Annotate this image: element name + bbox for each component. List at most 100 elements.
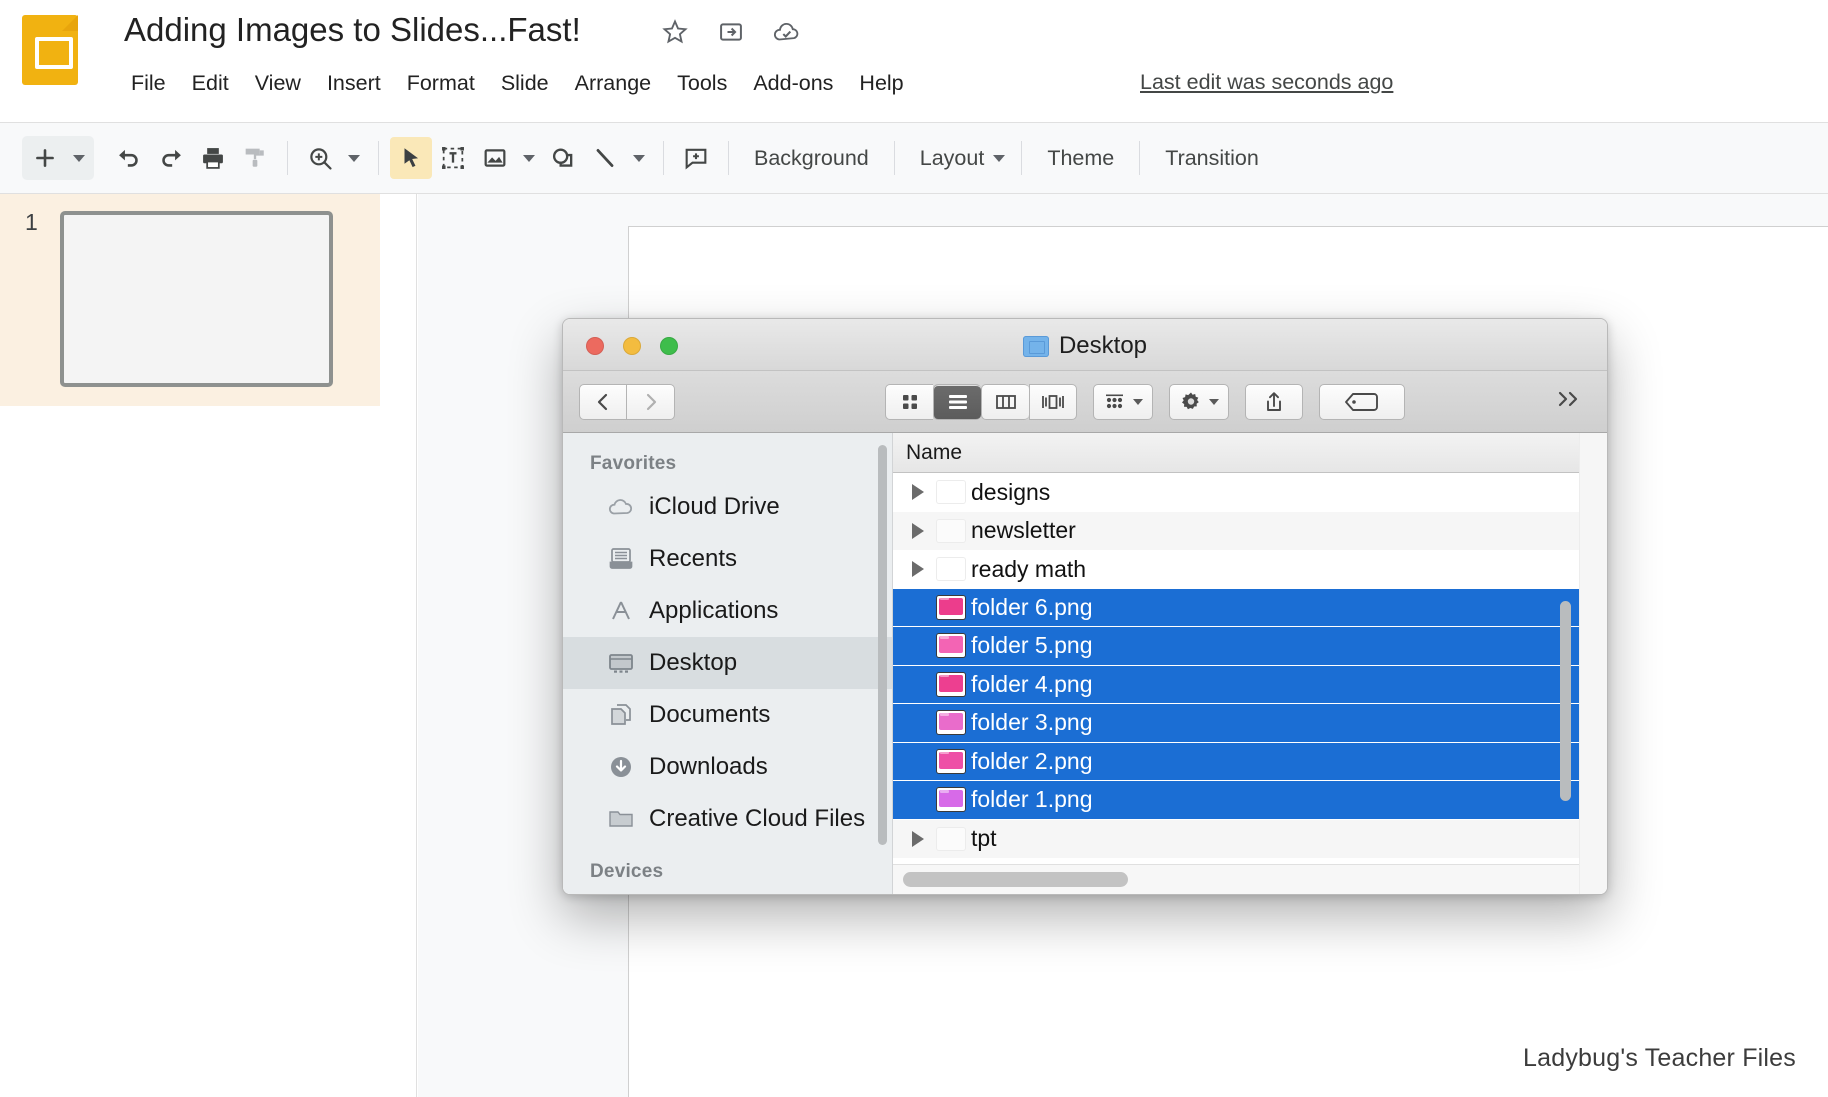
table-row[interactable]: folder 4.png	[893, 665, 1579, 704]
toolbar-divider-2	[378, 141, 379, 175]
menu-view[interactable]: View	[242, 68, 314, 99]
column-view-button[interactable]	[981, 383, 1029, 420]
new-slide-dropdown[interactable]	[66, 137, 92, 179]
slides-logo-icon	[22, 15, 78, 85]
icon-view-button[interactable]	[885, 383, 933, 420]
finder-title-bar[interactable]: Desktop	[563, 319, 1607, 371]
toolbar-divider-6	[1021, 141, 1023, 175]
redo-button[interactable]	[150, 137, 192, 179]
page-title[interactable]: Adding Images to Slides...Fast!	[124, 11, 581, 49]
new-slide-button[interactable]	[24, 137, 66, 179]
menu-insert[interactable]: Insert	[314, 68, 394, 99]
menu-format[interactable]: Format	[394, 68, 488, 99]
share-button[interactable]	[1245, 383, 1303, 420]
applications-icon	[606, 596, 636, 626]
sidebar-item-label-desktop: Desktop	[649, 649, 738, 676]
menu-arrange[interactable]: Arrange	[562, 68, 665, 99]
sidebar-item-documents[interactable]: Documents	[563, 689, 892, 741]
new-slide-group[interactable]	[22, 136, 94, 180]
sidebar-scrollbar[interactable]	[878, 445, 887, 845]
table-row[interactable]: folder 6.png	[893, 588, 1579, 627]
table-row[interactable]: ready math	[893, 550, 1579, 589]
menu-file[interactable]: File	[118, 68, 179, 99]
shape-button[interactable]	[542, 137, 584, 179]
horizontal-scrollbar[interactable]	[903, 872, 1128, 887]
finder-file-list: Name designs newsletter ready math folde…	[893, 433, 1579, 894]
filmstrip-slide-1[interactable]: 1	[0, 194, 380, 406]
menu-help[interactable]: Help	[846, 68, 916, 99]
file-name: folder 4.png	[971, 670, 1093, 697]
disclosure-triangle-icon[interactable]	[905, 561, 931, 578]
toolbar-divider-7	[1139, 141, 1141, 175]
forward-button[interactable]	[627, 383, 675, 420]
toolbar-overflow-button[interactable]	[1553, 387, 1591, 416]
layout-dropdown-icon	[988, 137, 1010, 179]
zoom-in-icon[interactable]	[299, 137, 341, 179]
text-box-button[interactable]	[432, 137, 474, 179]
table-row[interactable]: folder 5.png	[893, 627, 1579, 666]
gallery-view-button[interactable]	[1029, 383, 1077, 420]
menu-add-ons[interactable]: Add-ons	[740, 68, 846, 99]
finder-right-gutter	[1579, 433, 1607, 894]
file-list-header: Name	[893, 433, 1579, 473]
menu-tools[interactable]: Tools	[664, 68, 740, 99]
move-to-folder-icon[interactable]	[716, 17, 746, 47]
sidebar-item-desktop[interactable]: Desktop	[563, 637, 892, 689]
chevron-down-icon-2	[1209, 398, 1219, 405]
file-name: folder 2.png	[971, 747, 1093, 774]
line-button[interactable]	[584, 137, 626, 179]
menu-bar: File Edit View Insert Format Slide Arran…	[118, 68, 917, 99]
sidebar-item-downloads[interactable]: Downloads	[563, 741, 892, 793]
arrange-by-button[interactable]	[1093, 383, 1153, 420]
zoom-dropdown[interactable]	[341, 137, 367, 179]
table-row[interactable]: designs	[893, 473, 1579, 512]
table-row[interactable]: folder 2.png	[893, 742, 1579, 781]
table-row[interactable]: folder 3.png	[893, 704, 1579, 743]
menu-slide[interactable]: Slide	[488, 68, 562, 99]
toolbar-divider	[287, 141, 288, 175]
back-button[interactable]	[579, 383, 627, 420]
file-name: ready math	[971, 555, 1087, 582]
paint-format-button[interactable]	[234, 137, 276, 179]
icloud-icon	[606, 492, 636, 522]
line-dropdown[interactable]	[626, 137, 652, 179]
sidebar-item-label-recents: Recents	[649, 545, 738, 572]
menu-edit[interactable]: Edit	[179, 68, 242, 99]
column-header-name[interactable]: Name	[893, 441, 962, 465]
insert-image-button[interactable]	[474, 137, 516, 179]
tags-button[interactable]	[1319, 383, 1405, 420]
sidebar-item-icloud-drive[interactable]: iCloud Drive	[563, 481, 892, 533]
action-gear-button[interactable]	[1169, 383, 1229, 420]
disclosure-triangle-icon[interactable]	[905, 484, 931, 501]
folder-thumbnail-icon	[931, 827, 971, 850]
transition-button[interactable]: Transition	[1151, 140, 1273, 177]
file-list-scrollbar[interactable]	[1560, 601, 1571, 801]
print-button[interactable]	[192, 137, 234, 179]
disclosure-triangle-icon[interactable]	[905, 522, 931, 539]
finder-window-title: Desktop	[563, 332, 1607, 360]
slide-thumbnail[interactable]	[60, 211, 333, 387]
last-edit-status[interactable]: Last edit was seconds ago	[1140, 70, 1393, 95]
insert-image-dropdown[interactable]	[516, 137, 542, 179]
finder-window[interactable]: Desktop Favorites iCloud Drive Recents A…	[562, 318, 1608, 895]
disclosure-triangle-icon[interactable]	[905, 830, 931, 847]
list-view-button[interactable]	[933, 383, 981, 420]
cloud-saved-icon[interactable]	[772, 17, 802, 47]
layout-button[interactable]: Layout	[906, 137, 1011, 179]
view-mode-group	[885, 383, 1077, 420]
background-button[interactable]: Background	[740, 140, 883, 177]
sidebar-item-creative-cloud-files[interactable]: Creative Cloud Files	[563, 793, 892, 845]
select-tool-button[interactable]	[390, 137, 432, 179]
finder-sidebar: Favorites iCloud Drive Recents Applicati…	[563, 433, 893, 894]
file-name: folder 1.png	[971, 786, 1093, 813]
png-thumbnail-icon	[931, 711, 971, 735]
theme-button[interactable]: Theme	[1033, 140, 1128, 177]
undo-button[interactable]	[108, 137, 150, 179]
table-row[interactable]: tpt	[893, 819, 1579, 858]
table-row[interactable]: folder 1.png	[893, 781, 1579, 820]
sidebar-item-recents[interactable]: Recents	[563, 533, 892, 585]
sidebar-item-applications[interactable]: Applications	[563, 585, 892, 637]
table-row[interactable]: newsletter	[893, 511, 1579, 550]
star-icon[interactable]	[660, 17, 690, 47]
add-comment-icon[interactable]	[675, 137, 717, 179]
